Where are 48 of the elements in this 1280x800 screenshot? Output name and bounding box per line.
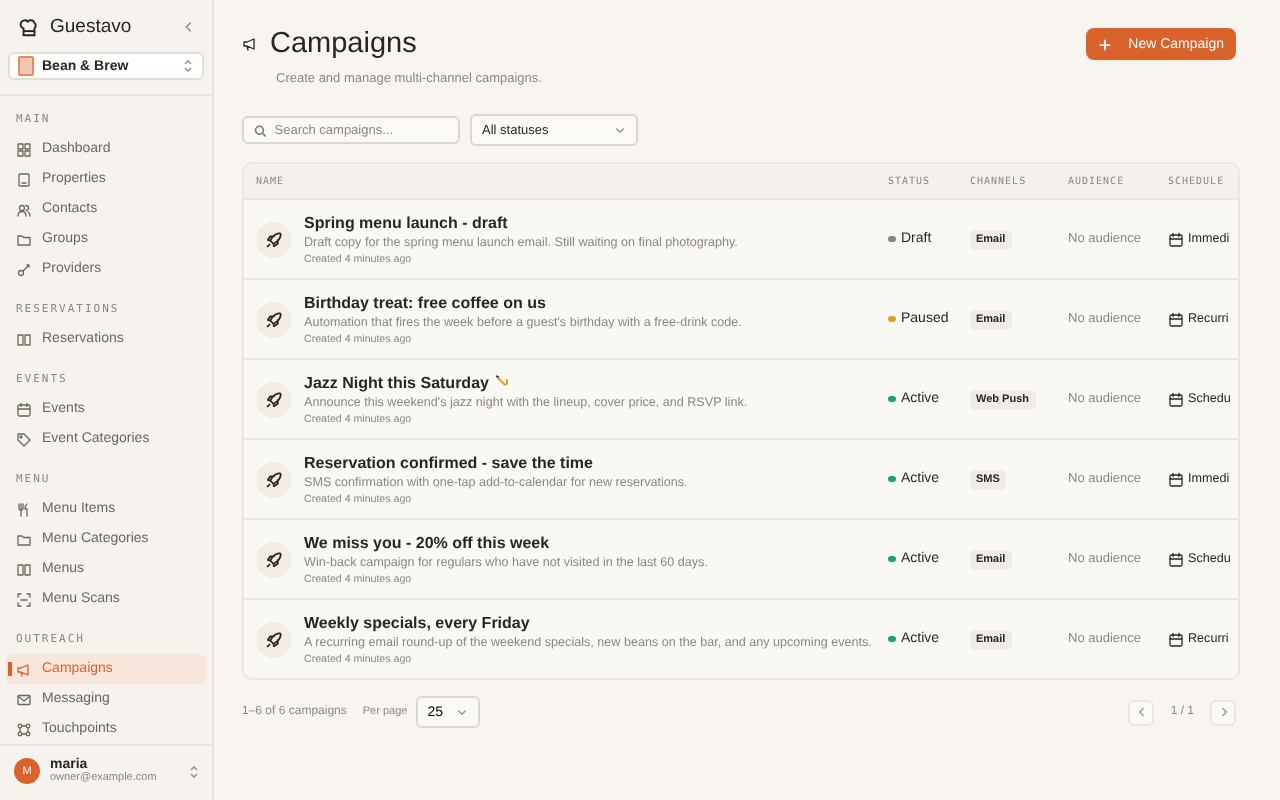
previous-page-button[interactable] — [1128, 699, 1155, 725]
campaign-title[interactable]: Jazz Night this Saturday — [304, 373, 489, 391]
megaphone-icon — [242, 36, 258, 52]
campaign-title[interactable]: We miss you - 20% off this week — [304, 533, 550, 551]
nodes-icon — [16, 721, 32, 737]
search-icon — [254, 123, 267, 137]
users-icon — [16, 201, 32, 217]
campaign-title[interactable]: Weekly specials, every Friday — [304, 613, 530, 631]
chevron-right-icon — [1217, 706, 1229, 718]
key-icon — [16, 261, 32, 277]
page-title: Campaigns — [270, 28, 417, 60]
campaign-title[interactable]: Reservation confirmed - save the time — [304, 453, 593, 471]
scan-icon — [16, 591, 32, 607]
rocket-icon — [256, 621, 292, 657]
folder-icon — [16, 531, 32, 547]
book-icon — [16, 331, 32, 347]
chevron-left-icon — [1135, 706, 1148, 718]
calendar-icon — [1168, 631, 1184, 647]
up-down-icon — [188, 763, 200, 779]
rocket-icon — [256, 221, 292, 257]
megaphone-icon — [16, 661, 32, 677]
calendar-icon — [1168, 551, 1184, 567]
calendar-icon — [1168, 231, 1184, 247]
chevron-down-icon — [455, 706, 467, 718]
campaign-title[interactable]: Spring menu launch - draft — [304, 213, 508, 231]
calendar-icon — [1168, 311, 1184, 327]
chef-hat-icon — [18, 16, 40, 38]
rocket-icon — [256, 301, 292, 337]
calendar-icon — [1168, 391, 1184, 407]
rocket-icon — [256, 381, 292, 417]
book-icon — [16, 561, 32, 577]
dashboard-icon — [16, 141, 32, 157]
collapse-icon[interactable] — [182, 20, 196, 34]
rocket-icon — [256, 461, 292, 497]
utensils-icon — [16, 501, 32, 517]
building-icon — [16, 171, 32, 187]
chevron-down-icon — [614, 124, 626, 136]
rocket-icon — [256, 541, 292, 577]
folder-icon — [16, 231, 32, 247]
up-down-icon — [182, 58, 194, 74]
tag-icon — [16, 431, 32, 447]
mail-icon — [16, 691, 32, 707]
calendar-icon — [16, 401, 32, 417]
next-page-button[interactable] — [1210, 699, 1236, 725]
app-name: Guestavo — [50, 16, 134, 38]
calendar-icon — [1168, 471, 1184, 487]
plus-icon — [1098, 37, 1113, 51]
campaign-title[interactable]: Birthday treat: free coffee on us — [304, 293, 546, 311]
